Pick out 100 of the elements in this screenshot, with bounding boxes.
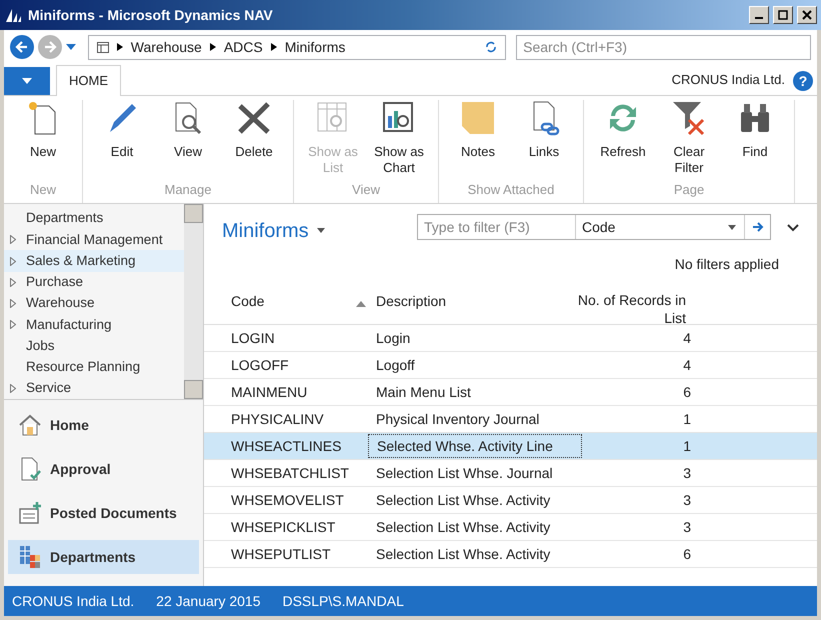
- filter-column-dropdown[interactable]: Code: [576, 216, 728, 238]
- table-row[interactable]: MAINMENU Main Menu List 6: [204, 379, 817, 406]
- navigation-tree-item[interactable]: Financial Management: [4, 229, 184, 250]
- scrollbar[interactable]: [184, 204, 203, 399]
- search-field[interactable]: Search (Ctrl+F3): [516, 34, 811, 60]
- page-title[interactable]: Miniforms: [222, 216, 309, 246]
- breadcrumb-item[interactable]: ADCS: [224, 36, 263, 58]
- ribbon-button[interactable]: View: [155, 100, 221, 160]
- refresh-icon[interactable]: [485, 41, 498, 53]
- ribbon-button[interactable]: Delete: [221, 100, 287, 160]
- table-cell-text: Selection List Whse. Journal: [375, 464, 554, 482]
- table-row[interactable]: WHSEPUTLIST Selection List Whse. Activity 6: [204, 541, 817, 568]
- minimize-icon: [755, 17, 763, 19]
- table-row[interactable]: WHSEMOVELIST Selection List Whse. Activity 3: [204, 487, 817, 514]
- table-row[interactable]: LOGOFF Logoff 4: [204, 352, 817, 379]
- caret-icon[interactable]: [316, 228, 325, 233]
- expand-triangle-icon[interactable]: [10, 278, 16, 287]
- back-button[interactable]: [10, 35, 34, 59]
- departments-icon: [18, 545, 42, 569]
- expand-triangle-icon[interactable]: [10, 320, 16, 330]
- table-row[interactable]: WHSEACTLINES Selected Whse. Activity Line 1: [204, 433, 817, 460]
- navigation-pane-button[interactable]: Approval: [8, 452, 199, 486]
- forward-arrow-icon: [42, 40, 57, 54]
- chevron-right-icon: [116, 43, 123, 51]
- maximize-icon: [778, 10, 788, 20]
- table-cell-text: WHSEPICKLIST: [230, 518, 336, 536]
- table-cell-text: WHSEMOVELIST: [230, 490, 345, 510]
- ribbon-group-label: Show Attached: [468, 180, 554, 198]
- navigation-tree-item[interactable]: Manufacturing: [4, 314, 184, 336]
- application-menu-button[interactable]: [4, 67, 50, 95]
- expand-triangle-icon[interactable]: [10, 384, 16, 393]
- expand-triangle-icon[interactable]: [10, 235, 16, 244]
- table-cell-text: 4: [682, 356, 691, 374]
- navigation-tree-item[interactable]: Jobs: [4, 335, 184, 357]
- minimize-button[interactable]: [749, 6, 769, 24]
- sort-ascending-icon[interactable]: [356, 301, 366, 307]
- history-dropdown-icon[interactable]: [66, 44, 76, 50]
- navigation-pane-button[interactable]: Posted Documents: [8, 496, 199, 530]
- close-button[interactable]: [797, 6, 817, 24]
- address-bar[interactable]: Warehouse ADCS Miniforms: [88, 34, 506, 60]
- filter-field[interactable]: Type to filter (F3): [418, 215, 576, 239]
- table-cell-text: Main Menu List: [375, 382, 472, 402]
- filter-bar[interactable]: Type to filter (F3) Code: [417, 214, 771, 240]
- breadcrumb-item[interactable]: Warehouse: [130, 36, 202, 58]
- breadcrumb-item[interactable]: Miniforms: [284, 36, 346, 58]
- chevron-right-icon: [270, 43, 277, 51]
- chevron-right-icon: [210, 43, 216, 51]
- table-cell-text: 6: [682, 382, 691, 402]
- table-cell-text: 4: [682, 328, 691, 348]
- caret-icon[interactable]: [728, 224, 736, 230]
- table-cell-text: Selection List Whse. Activity: [375, 544, 552, 564]
- table-cell-text: Login: [375, 328, 412, 348]
- arrow-right-icon[interactable]: [752, 222, 764, 232]
- column-header[interactable]: Description: [376, 291, 556, 324]
- ribbon-button[interactable]: Show as Chart: [366, 100, 432, 176]
- table-cell-text: Selection List Whse. Activity: [375, 518, 552, 537]
- navigation-tree-item[interactable]: Warehouse: [4, 292, 184, 314]
- table-cell-text: 1: [682, 410, 691, 428]
- table-cell-text: 1: [682, 436, 691, 456]
- window-title: Miniforms - Microsoft Dynamics NAV: [28, 6, 274, 25]
- app-logo-icon: [4, 7, 24, 23]
- navigation-tree-item[interactable]: Departments: [4, 208, 184, 230]
- caret-icon: [22, 78, 32, 84]
- table-cell-text: WHSEBATCHLIST: [230, 464, 350, 482]
- table-cell-text: WHSEACTLINES: [230, 436, 342, 456]
- expand-triangle-icon[interactable]: [10, 256, 16, 266]
- table-row[interactable]: LOGIN Login 4: [204, 325, 817, 352]
- navigation-tree-item[interactable]: Purchase: [4, 272, 184, 293]
- ribbon-button[interactable]: Find: [722, 100, 788, 160]
- delete-icon: [236, 100, 272, 136]
- table-row[interactable]: WHSEBATCHLIST Selection List Whse. Journal 3: [204, 460, 817, 487]
- help-button[interactable]: ?: [793, 71, 813, 91]
- navigation-pane-button[interactable]: Departments: [8, 540, 199, 574]
- ribbon-button[interactable]: Clear Filter: [656, 100, 722, 176]
- ribbon-button[interactable]: Edit: [89, 100, 155, 160]
- ribbon-button[interactable]: New: [10, 100, 76, 160]
- chevron-down-icon[interactable]: [787, 224, 799, 232]
- ribbon-group-label: View: [352, 180, 380, 198]
- table-cell-text: 6: [682, 544, 691, 564]
- navigation-tree-item[interactable]: Sales & Marketing: [4, 250, 184, 272]
- table-row[interactable]: WHSEPICKLIST Selection List Whse. Activity 3: [204, 514, 817, 541]
- maximize-button[interactable]: [773, 6, 793, 24]
- table-cell-text: PHYSICALINV: [230, 410, 325, 428]
- ribbon-button[interactable]: Refresh: [590, 100, 656, 160]
- ribbon-button[interactable]: Notes: [445, 100, 511, 160]
- column-header[interactable]: No. of Records in List: [576, 291, 686, 324]
- page-icon: [96, 42, 109, 52]
- navigation-tree-item[interactable]: Service: [4, 378, 184, 399]
- table-cell-text: 3: [682, 490, 691, 510]
- navigation-tree-item[interactable]: Resource Planning: [4, 356, 184, 378]
- table-cell-text: LOGOFF: [230, 356, 290, 374]
- column-header[interactable]: Code: [204, 291, 356, 324]
- ribbon-button[interactable]: Links: [511, 100, 577, 160]
- status-text: DSSLP\S.MANDAL: [282, 592, 404, 610]
- ribbon-group-label: Page: [674, 180, 704, 199]
- navigation-pane-button[interactable]: Home: [8, 408, 199, 442]
- table-cell: Selected Whse. Activity Line: [368, 434, 582, 458]
- expand-triangle-icon[interactable]: [10, 298, 16, 308]
- ribbon-tab[interactable]: HOME: [56, 65, 121, 96]
- sticky-note-icon: [460, 100, 496, 136]
